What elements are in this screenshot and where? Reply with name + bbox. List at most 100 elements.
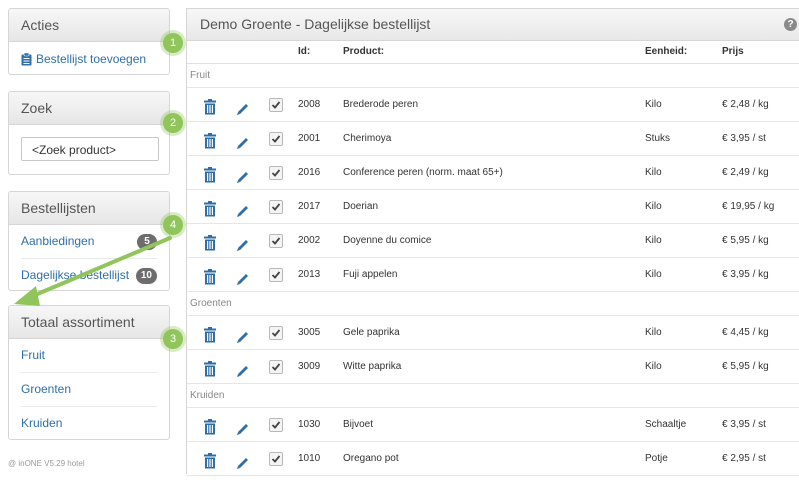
product-name: Doyenne du comice <box>343 235 432 246</box>
order-list-panel: Demo Groente - Dagelijkse bestellijst ? … <box>186 8 799 476</box>
checkbox-icon[interactable] <box>269 268 283 282</box>
category-item-groenten[interactable]: Groenten <box>21 373 157 407</box>
product-unit: Kilo <box>645 269 662 280</box>
trash-icon[interactable] <box>204 416 216 435</box>
product-name: Bijvoet <box>343 419 374 430</box>
trash-icon[interactable] <box>204 198 216 217</box>
category-item-kruiden[interactable]: Kruiden <box>21 407 157 439</box>
product-id: 2008 <box>298 99 321 110</box>
category-label[interactable]: Kruiden <box>21 407 62 439</box>
trash-icon[interactable] <box>204 164 216 183</box>
table-row: 3009 Witte paprika Kilo € 5,95 / kg <box>187 350 799 384</box>
pencil-icon[interactable] <box>236 165 250 183</box>
table-body: Fruit 2008 Brederode peren Kilo € 2,48 / kg 2… <box>187 64 799 476</box>
pencil-icon[interactable] <box>236 417 250 435</box>
pencil-icon[interactable] <box>236 325 250 343</box>
checkbox-icon[interactable] <box>269 326 283 340</box>
product-id: 1010 <box>298 453 321 464</box>
product-unit: Kilo <box>645 361 662 372</box>
product-price: € 3,95 / st <box>722 419 766 430</box>
category-label[interactable]: Fruit <box>21 339 45 372</box>
product-name: Witte paprika <box>343 361 402 372</box>
step-marker-2: 2 <box>163 113 183 133</box>
table-row: 3005 Gele paprika Kilo € 4,45 / kg <box>187 316 799 350</box>
product-price: € 5,95 / kg <box>722 361 769 372</box>
group-header: Fruit <box>187 64 799 88</box>
product-name: Oregano pot <box>343 453 399 464</box>
trash-icon[interactable] <box>204 358 216 377</box>
product-price: € 4,45 / kg <box>722 327 769 338</box>
product-unit: Kilo <box>645 167 662 178</box>
category-item-fruit[interactable]: Fruit <box>21 339 157 373</box>
pencil-icon[interactable] <box>236 97 250 115</box>
checkbox-icon[interactable] <box>269 418 283 432</box>
checkbox-icon[interactable] <box>269 132 283 146</box>
checkbox-icon[interactable] <box>269 166 283 180</box>
pencil-icon[interactable] <box>236 199 250 217</box>
help-icon[interactable]: ? <box>784 18 797 31</box>
product-id: 1030 <box>298 419 321 430</box>
group-header: Kruiden <box>187 384 799 408</box>
table-row: 2017 Doerian Kilo € 19,95 / kg <box>187 190 799 224</box>
checkbox-icon[interactable] <box>269 98 283 112</box>
table-header: Id: Product: Eenheid: Prijs <box>187 41 799 64</box>
product-id: 2013 <box>298 269 321 280</box>
category-label[interactable]: Groenten <box>21 373 71 406</box>
product-price: € 2,48 / kg <box>722 99 769 110</box>
pencil-icon[interactable] <box>236 233 250 251</box>
product-id: 2002 <box>298 235 321 246</box>
pencil-icon[interactable] <box>236 131 250 149</box>
product-unit: Stuks <box>645 133 671 144</box>
product-id: 3005 <box>298 327 321 338</box>
order-list-title: Demo Groente - Dagelijkse bestellijst <box>200 16 431 32</box>
product-name: Cherimoya <box>343 133 392 144</box>
step-marker-1: 1 <box>163 33 183 53</box>
product-id: 3009 <box>298 361 321 372</box>
product-id: 2001 <box>298 133 321 144</box>
order-list-header: Demo Groente - Dagelijkse bestellijst ? <box>187 9 799 41</box>
product-name: Doerian <box>343 201 379 212</box>
product-id: 2017 <box>298 201 321 212</box>
pencil-icon[interactable] <box>236 451 250 469</box>
table-row: 1010 Oregano pot Potje € 2,95 / st <box>187 442 799 476</box>
trash-icon[interactable] <box>204 266 216 285</box>
table-row: 2002 Doyenne du comice Kilo € 5,95 / kg <box>187 224 799 258</box>
product-id: 2016 <box>298 167 321 178</box>
product-unit: Potje <box>645 453 668 464</box>
checkbox-icon[interactable] <box>269 200 283 214</box>
product-unit: Schaaltje <box>645 419 687 430</box>
product-unit: Kilo <box>645 235 662 246</box>
product-price: € 5,95 / kg <box>722 235 769 246</box>
table-row: 1030 Bijvoet Schaaltje € 3,95 / st <box>187 408 799 442</box>
product-name: Fuji appelen <box>343 269 398 280</box>
column-product: Product: <box>343 46 385 57</box>
product-unit: Kilo <box>645 327 662 338</box>
checkbox-icon[interactable] <box>269 234 283 248</box>
version-footer: @ inONE V5.29 hotel <box>8 459 85 468</box>
trash-icon[interactable] <box>204 450 216 469</box>
checkbox-icon[interactable] <box>269 360 283 374</box>
trash-icon[interactable] <box>204 232 216 251</box>
product-name: Conference peren (norm. maat 65+) <box>343 167 503 178</box>
trash-icon[interactable] <box>204 324 216 343</box>
group-header: Groenten <box>187 292 799 316</box>
product-unit: Kilo <box>645 99 662 110</box>
trash-icon[interactable] <box>204 130 216 149</box>
trash-icon[interactable] <box>204 96 216 115</box>
product-price: € 3,95 / st <box>722 133 766 144</box>
panel-assortiment: Totaal assortiment Fruit Groenten Kruide… <box>8 305 170 440</box>
table-row: 2008 Brederode peren Kilo € 2,48 / kg <box>187 88 799 122</box>
product-name: Brederode peren <box>343 99 419 110</box>
product-unit: Kilo <box>645 201 662 212</box>
product-price: € 3,95 / kg <box>722 269 769 280</box>
pencil-icon[interactable] <box>236 267 250 285</box>
table-row: 2016 Conference peren (norm. maat 65+) Kil… <box>187 156 799 190</box>
column-id: Id: <box>298 46 311 57</box>
pencil-icon[interactable] <box>236 359 250 377</box>
column-price: Prijs <box>722 46 744 57</box>
checkbox-icon[interactable] <box>269 452 283 466</box>
product-price: € 2,95 / st <box>722 453 766 464</box>
table-row: 2013 Fuji appelen Kilo € 3,95 / kg <box>187 258 799 292</box>
step-marker-3: 3 <box>163 329 183 349</box>
product-price: € 19,95 / kg <box>722 201 775 212</box>
